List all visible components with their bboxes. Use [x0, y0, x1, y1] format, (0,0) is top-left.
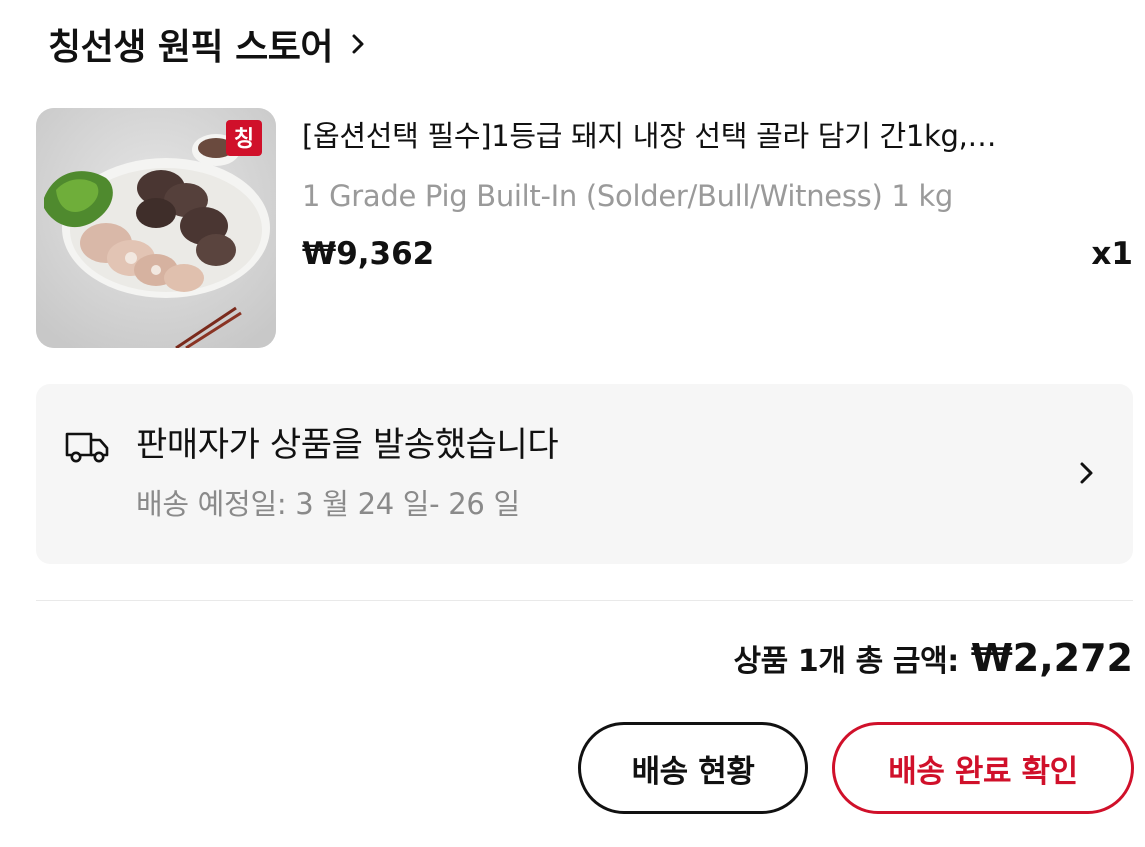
store-header-link[interactable]: 칭선생 원픽 스토어 — [48, 18, 369, 70]
product-title[interactable]: [옵션선택 필수]1등급 돼지 내장 선택 골라 담기 간1kg,… — [302, 116, 1112, 156]
product-quantity: x1 — [1091, 236, 1133, 272]
store-name: 칭선생 원픽 스토어 — [48, 27, 334, 68]
total-label: 상품 1개 총 금액: — [733, 644, 959, 679]
delivery-truck-icon — [64, 428, 110, 464]
confirm-delivery-button[interactable]: 배송 완료 확인 — [832, 722, 1134, 814]
product-image[interactable]: 칭 — [36, 108, 276, 348]
shipping-status-text: 판매자가 상품을 발송했습니다 — [136, 425, 559, 465]
chevron-right-icon — [347, 33, 369, 55]
divider — [36, 600, 1133, 601]
shipping-status-card[interactable]: 판매자가 상품을 발송했습니다 배송 예정일: 3 월 24 일- 26 일 — [36, 384, 1133, 564]
total-amount: ₩2,272 — [970, 636, 1133, 680]
order-total: 상품 1개 총 금액: ₩2,272 — [733, 636, 1133, 680]
chevron-right-icon — [1075, 460, 1097, 486]
product-price: ₩9,362 — [302, 236, 435, 272]
product-subtitle: 1 Grade Pig Built-In (Solder/Bull/Witnes… — [302, 179, 954, 213]
product-logo-text: 칭 — [234, 127, 254, 152]
track-delivery-button[interactable]: 배송 현황 — [578, 722, 808, 814]
shipping-eta-text: 배송 예정일: 3 월 24 일- 26 일 — [136, 487, 520, 521]
